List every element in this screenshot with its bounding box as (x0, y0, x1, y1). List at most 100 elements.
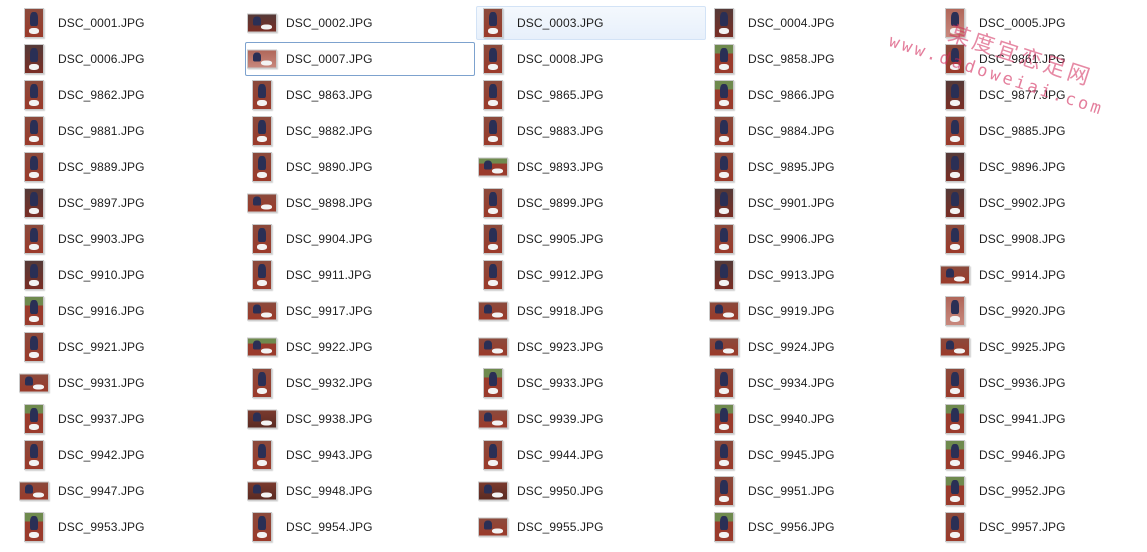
file-name: DSC_9916.JPG (58, 304, 145, 318)
file-item[interactable]: DSC_0006.JPG (17, 42, 247, 76)
thumbnail-frame (244, 512, 280, 542)
file-item[interactable]: DSC_9922.JPG (245, 330, 475, 364)
file-item[interactable]: DSC_9899.JPG (476, 186, 706, 220)
file-item[interactable]: DSC_9925.JPG (938, 330, 1147, 364)
file-item[interactable]: DSC_9932.JPG (245, 366, 475, 400)
file-item[interactable]: DSC_9911.JPG (245, 258, 475, 292)
file-item[interactable]: DSC_9947.JPG (17, 474, 247, 508)
file-item[interactable]: DSC_9934.JPG (707, 366, 937, 400)
file-item[interactable]: DSC_9885.JPG (938, 114, 1147, 148)
image-thumbnail-icon (478, 409, 508, 429)
file-item[interactable]: DSC_9897.JPG (17, 186, 247, 220)
file-item[interactable]: DSC_9896.JPG (938, 150, 1147, 184)
file-item[interactable]: DSC_0008.JPG (476, 42, 706, 76)
file-item[interactable]: DSC_9862.JPG (17, 78, 247, 112)
file-item[interactable]: DSC_9950.JPG (476, 474, 706, 508)
file-item[interactable]: DSC_9913.JPG (707, 258, 937, 292)
file-item[interactable]: DSC_9912.JPG (476, 258, 706, 292)
file-item[interactable]: DSC_9957.JPG (938, 510, 1147, 544)
file-item[interactable]: DSC_9895.JPG (707, 150, 937, 184)
file-item[interactable]: DSC_9863.JPG (245, 78, 475, 112)
file-item[interactable]: DSC_9939.JPG (476, 402, 706, 436)
file-item[interactable]: DSC_9898.JPG (245, 186, 475, 220)
thumbnail-frame (937, 440, 973, 470)
file-item[interactable]: DSC_9941.JPG (938, 402, 1147, 436)
file-name: DSC_9890.JPG (286, 160, 373, 174)
file-item[interactable]: DSC_9881.JPG (17, 114, 247, 148)
file-item[interactable]: DSC_9904.JPG (245, 222, 475, 256)
file-item[interactable]: DSC_9920.JPG (938, 294, 1147, 328)
file-item[interactable]: DSC_9954.JPG (245, 510, 475, 544)
file-item[interactable]: DSC_9866.JPG (707, 78, 937, 112)
file-item[interactable]: DSC_9951.JPG (707, 474, 937, 508)
file-item[interactable]: DSC_9938.JPG (245, 402, 475, 436)
file-item[interactable]: DSC_9940.JPG (707, 402, 937, 436)
file-item[interactable]: DSC_9942.JPG (17, 438, 247, 472)
file-item[interactable]: DSC_0005.JPG (938, 6, 1147, 40)
file-item[interactable]: DSC_9908.JPG (938, 222, 1147, 256)
file-item[interactable]: DSC_9893.JPG (476, 150, 706, 184)
thumbnail-frame (475, 296, 511, 326)
file-item[interactable]: DSC_0004.JPG (707, 6, 937, 40)
image-thumbnail-icon (24, 80, 44, 110)
file-item[interactable]: DSC_9882.JPG (245, 114, 475, 148)
file-item[interactable]: DSC_9914.JPG (938, 258, 1147, 292)
file-name: DSC_9862.JPG (58, 88, 145, 102)
file-item[interactable]: DSC_9952.JPG (938, 474, 1147, 508)
file-name: DSC_0008.JPG (517, 52, 604, 66)
file-item[interactable]: DSC_9955.JPG (476, 510, 706, 544)
file-item[interactable]: DSC_9921.JPG (17, 330, 247, 364)
file-item[interactable]: DSC_9861.JPG (938, 42, 1147, 76)
file-item[interactable]: DSC_9944.JPG (476, 438, 706, 472)
file-item[interactable]: DSC_9945.JPG (707, 438, 937, 472)
file-item[interactable]: DSC_0003.JPG (476, 6, 706, 40)
file-name: DSC_9950.JPG (517, 484, 604, 498)
file-item[interactable]: DSC_9889.JPG (17, 150, 247, 184)
file-item[interactable]: DSC_9923.JPG (476, 330, 706, 364)
file-item[interactable]: DSC_9943.JPG (245, 438, 475, 472)
file-item[interactable]: DSC_0001.JPG (17, 6, 247, 40)
thumbnail-frame (244, 152, 280, 182)
file-item[interactable]: DSC_9933.JPG (476, 366, 706, 400)
file-item[interactable]: DSC_9906.JPG (707, 222, 937, 256)
file-item[interactable]: DSC_9858.JPG (707, 42, 937, 76)
file-item[interactable]: DSC_9937.JPG (17, 402, 247, 436)
file-item[interactable]: DSC_9918.JPG (476, 294, 706, 328)
file-name: DSC_9903.JPG (58, 232, 145, 246)
file-item[interactable]: DSC_9884.JPG (707, 114, 937, 148)
file-name: DSC_9941.JPG (979, 412, 1066, 426)
file-name: DSC_0002.JPG (286, 16, 373, 30)
file-item[interactable]: DSC_9910.JPG (17, 258, 247, 292)
thumbnail-frame (475, 8, 511, 38)
file-item[interactable]: DSC_9953.JPG (17, 510, 247, 544)
file-item[interactable]: DSC_9946.JPG (938, 438, 1147, 472)
file-item[interactable]: DSC_9865.JPG (476, 78, 706, 112)
file-item[interactable]: DSC_9903.JPG (17, 222, 247, 256)
image-thumbnail-icon (19, 373, 49, 393)
thumbnail-frame (244, 440, 280, 470)
file-name: DSC_9954.JPG (286, 520, 373, 534)
file-item[interactable]: DSC_9902.JPG (938, 186, 1147, 220)
thumbnail-frame (475, 80, 511, 110)
file-item[interactable]: DSC_9905.JPG (476, 222, 706, 256)
file-name: DSC_9936.JPG (979, 376, 1066, 390)
file-item[interactable]: DSC_9948.JPG (245, 474, 475, 508)
file-item[interactable]: DSC_9956.JPG (707, 510, 937, 544)
file-item[interactable]: DSC_9890.JPG (245, 150, 475, 184)
file-item[interactable]: DSC_9931.JPG (17, 366, 247, 400)
file-item[interactable]: DSC_9924.JPG (707, 330, 937, 364)
file-item[interactable]: DSC_0002.JPG (245, 6, 475, 40)
file-item[interactable]: DSC_9936.JPG (938, 366, 1147, 400)
file-name: DSC_9933.JPG (517, 376, 604, 390)
file-name: DSC_9948.JPG (286, 484, 373, 498)
file-item[interactable]: DSC_9916.JPG (17, 294, 247, 328)
file-item[interactable]: DSC_9901.JPG (707, 186, 937, 220)
file-item[interactable]: DSC_9877.JPG (938, 78, 1147, 112)
file-item[interactable]: DSC_0007.JPG (245, 42, 475, 76)
image-thumbnail-icon (483, 44, 503, 74)
file-item[interactable]: DSC_9919.JPG (707, 294, 937, 328)
file-item[interactable]: DSC_9883.JPG (476, 114, 706, 148)
thumbnail-frame (937, 188, 973, 218)
thumbnail-frame (706, 116, 742, 146)
file-item[interactable]: DSC_9917.JPG (245, 294, 475, 328)
